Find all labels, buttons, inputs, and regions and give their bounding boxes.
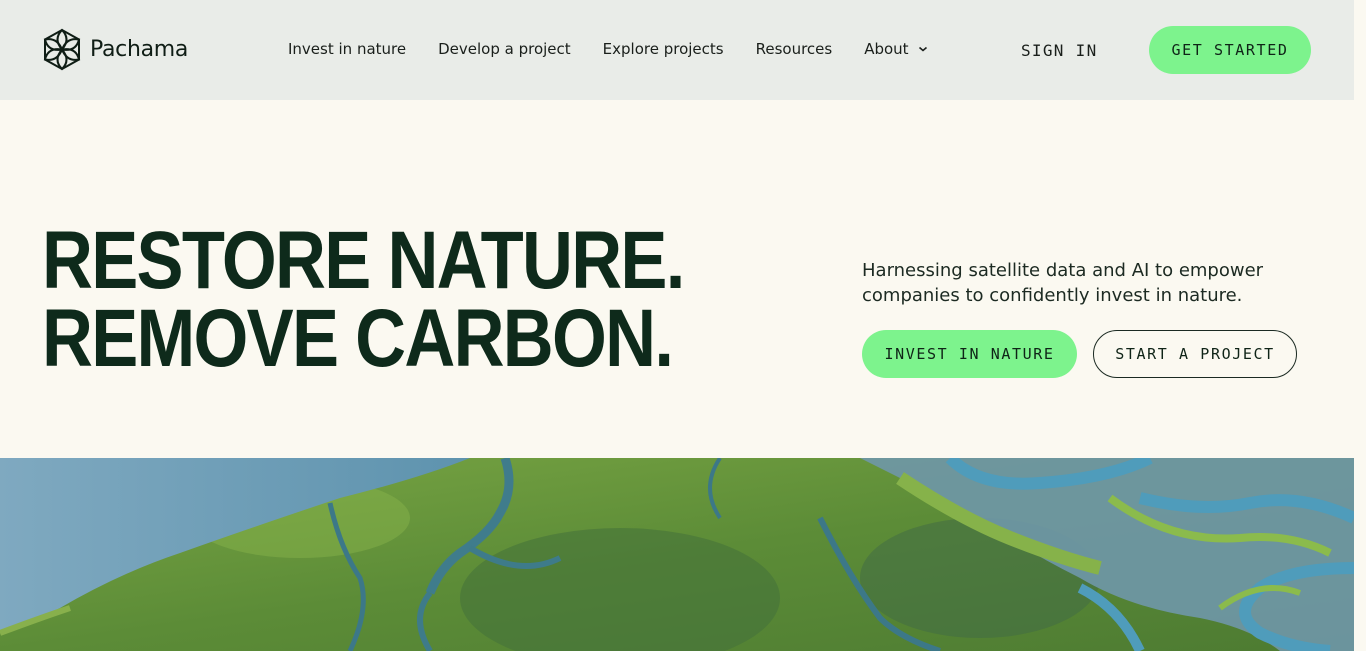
get-started-button[interactable]: GET STARTED	[1149, 26, 1311, 74]
main-nav: Invest in nature Develop a project Explo…	[288, 40, 960, 58]
chevron-down-icon	[918, 46, 927, 52]
hero-subtext: Harnessing satellite data and AI to empo…	[862, 260, 1264, 306]
nav-about[interactable]: About	[864, 40, 927, 58]
pachama-hexagon-flower-icon	[43, 28, 81, 71]
logo-link[interactable]: Pachama	[42, 28, 188, 71]
headline-line-1: RESTORE NATURE.	[42, 215, 685, 306]
nav-resources[interactable]: Resources	[756, 40, 833, 58]
nav-about-label: About	[864, 40, 909, 58]
page: Pachama Invest in nature Develop a proje…	[0, 0, 1366, 651]
invest-in-nature-button[interactable]: INVEST IN NATURE	[862, 330, 1077, 378]
headline-line-2: REMOVE CARBON.	[42, 293, 674, 384]
nav-explore-projects[interactable]: Explore projects	[603, 40, 724, 58]
nav-invest-in-nature[interactable]: Invest in nature	[288, 40, 406, 58]
start-a-project-button[interactable]: START A PROJECT	[1093, 330, 1297, 378]
site-header: Pachama Invest in nature Develop a proje…	[0, 0, 1354, 100]
nav-develop-a-project[interactable]: Develop a project	[438, 40, 571, 58]
wetland-illustration	[0, 458, 1354, 651]
scrollbar-track[interactable]	[1354, 0, 1366, 651]
hero-headline: RESTORE NATURE. REMOVE CARBON.	[42, 215, 685, 384]
brand-name: Pachama	[90, 37, 189, 62]
aerial-wetland-image	[0, 458, 1354, 651]
sign-in-link[interactable]: SIGN IN	[1021, 41, 1098, 60]
